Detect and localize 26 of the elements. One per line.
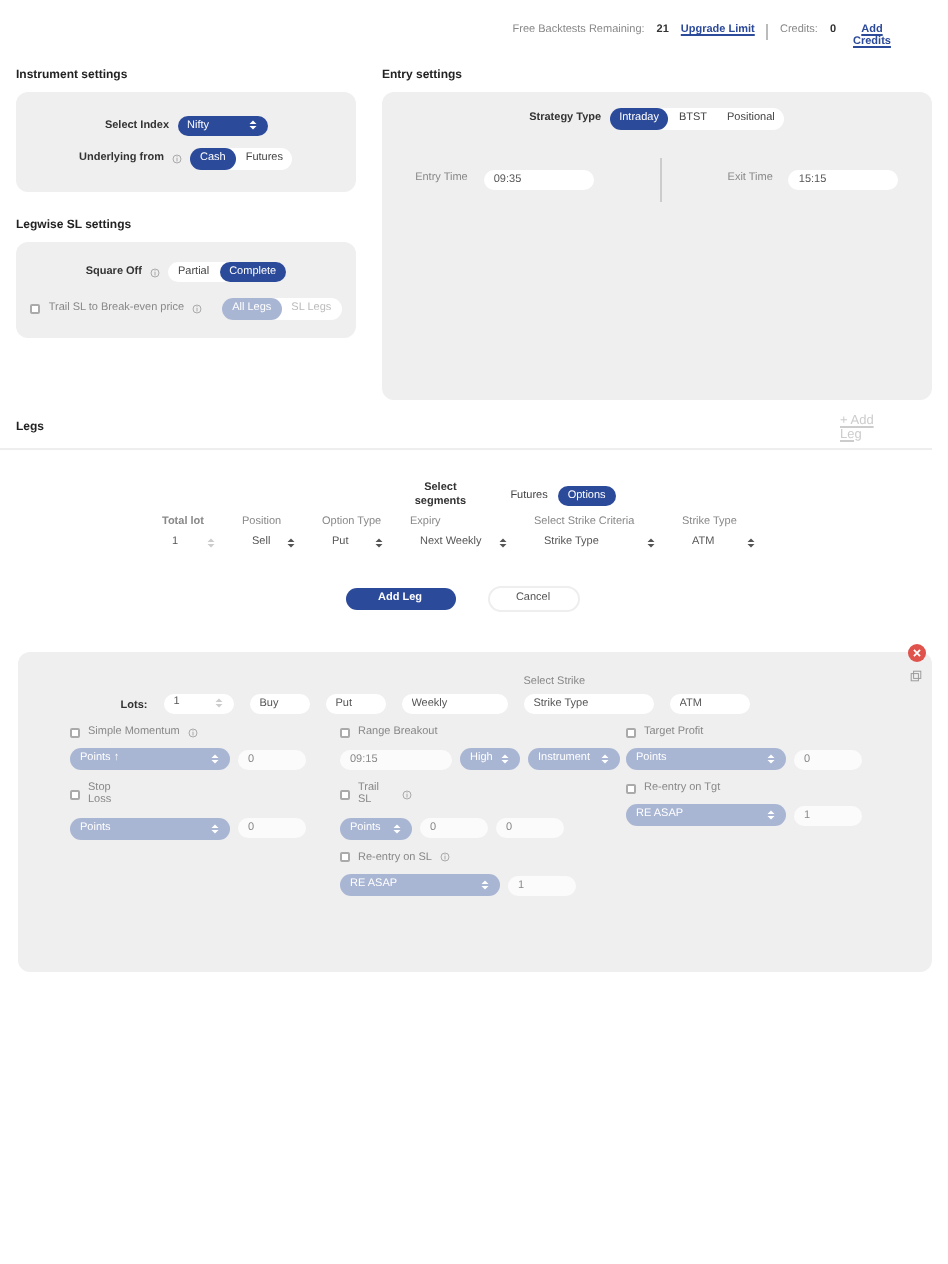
up-down-arrows-icon [480, 880, 490, 891]
up-down-arrows-icon [766, 810, 776, 821]
checkbox[interactable] [340, 852, 350, 863]
up-down-arrows-icon [213, 698, 224, 709]
up-down-arrows-icon [392, 823, 402, 834]
up-down-arrows-icon [646, 538, 656, 549]
copy-icon [910, 669, 922, 682]
up-down-arrows-icon [286, 538, 296, 549]
up-down-arrows-icon [206, 538, 216, 549]
checkbox[interactable] [340, 727, 350, 737]
up-down-arrows-icon [500, 754, 510, 765]
checkbox[interactable] [70, 789, 80, 800]
up-down-arrows-icon [210, 754, 220, 765]
up-down-arrows-icon [600, 754, 610, 765]
checkbox[interactable] [340, 789, 350, 800]
checkbox[interactable] [626, 727, 636, 737]
up-down-arrows-icon [766, 754, 776, 765]
close-icon [908, 643, 926, 662]
up-down-arrows-icon [247, 120, 258, 131]
up-down-arrows-icon [210, 823, 220, 834]
checkbox[interactable] [626, 783, 636, 794]
close-button[interactable] [908, 643, 926, 662]
up-down-arrows-icon [374, 538, 384, 549]
up-down-arrows-icon [746, 538, 756, 549]
up-down-arrows-icon [498, 538, 508, 549]
checkbox[interactable] [70, 727, 80, 737]
